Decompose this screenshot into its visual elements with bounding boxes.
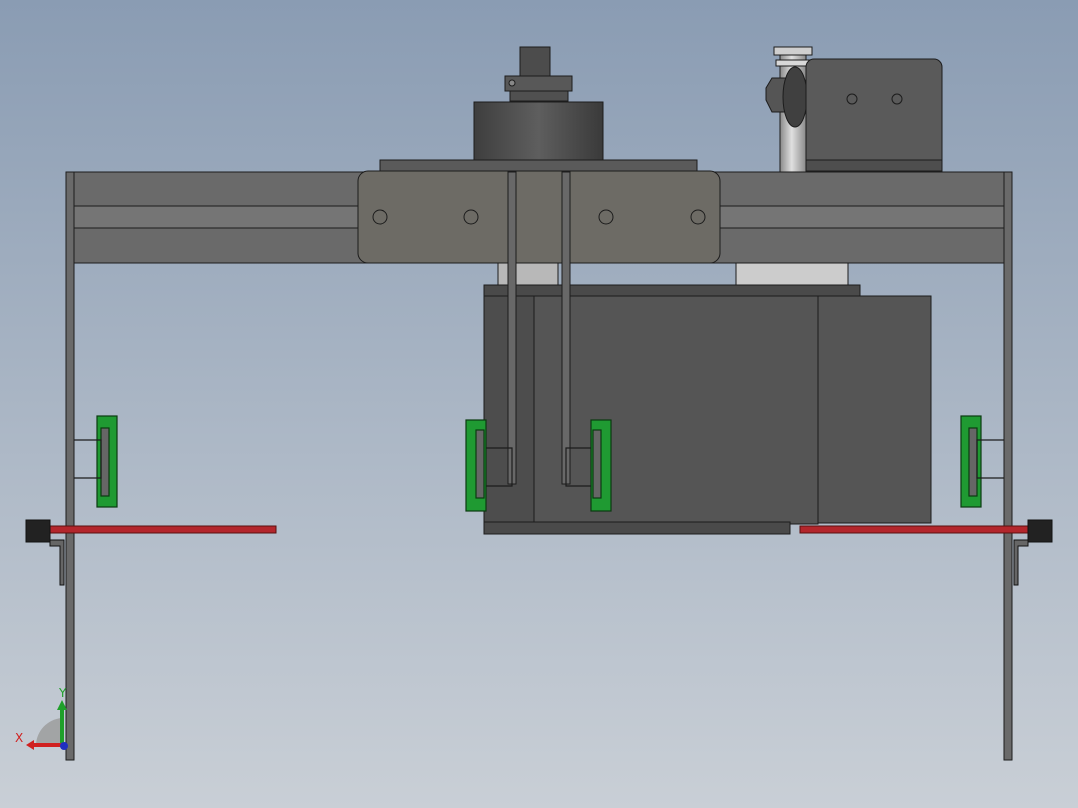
red-rod-right xyxy=(799,525,1029,534)
assembly-view[interactable] xyxy=(0,0,1078,808)
gripper-neck xyxy=(497,262,559,288)
red-rod-left xyxy=(49,525,277,534)
plate-hole-4 xyxy=(690,209,706,225)
triad-y-label: Y xyxy=(59,686,67,700)
fitting-flange xyxy=(782,66,808,128)
nut-hole xyxy=(508,79,516,87)
motor-mount-plate xyxy=(379,159,698,173)
gripper-top-plate xyxy=(483,284,861,298)
plate-hole-2 xyxy=(463,209,479,225)
bracket-base xyxy=(805,159,943,172)
gripper-side-block xyxy=(817,295,932,524)
triad-z-axis xyxy=(60,742,68,750)
pipe-ring xyxy=(775,59,811,67)
shaft-collar xyxy=(509,90,569,102)
gripper-body[interactable] xyxy=(483,262,932,535)
sensor-left xyxy=(25,519,51,543)
slider-plate-body xyxy=(357,170,721,264)
valve-assembly[interactable] xyxy=(765,46,943,173)
left-leg xyxy=(65,171,75,761)
cad-viewport[interactable]: X Y xyxy=(0,0,1078,808)
motor-housing xyxy=(473,101,604,161)
plate-hole-3 xyxy=(598,209,614,225)
guide-rod-left xyxy=(507,171,517,485)
slider-plate[interactable] xyxy=(357,170,721,264)
sensor-right xyxy=(1027,519,1053,543)
guide-rod-right xyxy=(561,171,571,485)
gripper-neck-right xyxy=(735,262,849,288)
plate-hole-1 xyxy=(372,209,388,225)
bracket-hole-right xyxy=(891,93,903,105)
right-leg xyxy=(1003,171,1013,761)
gripper-bottom-strip xyxy=(483,521,791,535)
mount-bracket-box xyxy=(805,58,943,172)
triad-x-label: X xyxy=(15,731,24,745)
pipe-cap xyxy=(773,46,813,56)
motor-shaft xyxy=(519,46,551,78)
bracket-hole-left xyxy=(846,93,858,105)
